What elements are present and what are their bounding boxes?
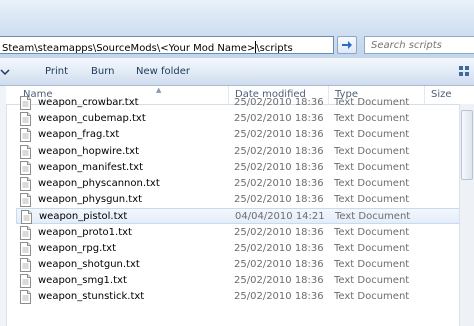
file-name: weapon_pistol.txt — [39, 211, 128, 223]
text-document-icon — [20, 177, 31, 191]
print-button[interactable]: Print — [45, 66, 68, 77]
file-row[interactable]: weapon_cubemap.txt 25/02/2010 18:36 Text D… — [16, 111, 468, 127]
text-document-icon — [20, 290, 31, 305]
search-input[interactable] — [365, 37, 474, 53]
file-date-modified: 25/02/2010 18:36 — [234, 145, 324, 157]
search-box[interactable] — [364, 36, 474, 54]
file-row[interactable]: weapon_frag.txt 25/02/2010 18:36 Text Docu… — [16, 127, 468, 143]
arrow-right-icon — [342, 41, 352, 49]
address-bar-row: Steam\steamapps\SourceMods\<Your Mod Nam… — [0, 0, 474, 58]
file-date-modified: 25/02/2010 18:36 — [234, 129, 324, 141]
text-document-icon — [20, 258, 31, 272]
file-date-modified: 25/02/2010 18:36 — [234, 275, 324, 287]
text-document-icon — [20, 225, 31, 240]
text-caret — [255, 41, 257, 53]
file-date-modified: 25/02/2010 18:36 — [234, 259, 324, 270]
text-document-icon — [20, 128, 31, 143]
go-button[interactable] — [337, 36, 357, 54]
file-name: weapon_smg1.txt — [38, 275, 127, 287]
file-row[interactable]: weapon_crowbar.txt 25/02/2010 18:36 Text D… — [16, 95, 468, 111]
file-type: Text Document — [334, 113, 410, 125]
file-type: Text Document — [334, 178, 410, 189]
file-row[interactable]: weapon_proto1.txt 25/02/2010 18:36 Text Do… — [16, 225, 468, 241]
file-date-modified: 25/02/2010 18:36 — [234, 226, 324, 238]
file-name: weapon_rpg.txt — [38, 242, 117, 254]
file-row[interactable]: weapon_rpg.txt 25/02/2010 18:36 Text Docum… — [16, 241, 468, 257]
file-type: Text Document — [334, 275, 410, 287]
vertical-scrollbar[interactable] — [459, 104, 474, 326]
text-document-icon — [20, 193, 31, 208]
address-path-after-caret: \scripts — [256, 43, 293, 54]
file-name: weapon_physcannon.txt — [38, 178, 160, 189]
file-row[interactable]: weapon_hopwire.txt 25/02/2010 18:36 Text D… — [16, 144, 468, 160]
text-document-icon — [21, 210, 32, 225]
file-name: weapon_cubemap.txt — [38, 113, 146, 125]
file-date-modified: 25/02/2010 18:36 — [234, 161, 324, 173]
file-name: weapon_proto1.txt — [38, 226, 132, 238]
file-row[interactable]: weapon_physcannon.txt 25/02/2010 18:36 Tex… — [16, 176, 468, 192]
file-type: Text Document — [334, 97, 410, 108]
file-date-modified: 25/02/2010 18:36 — [234, 194, 324, 206]
file-type: Text Document — [334, 129, 410, 141]
view-options-icon[interactable] — [458, 65, 470, 77]
file-row[interactable]: weapon_shotgun.txt 25/02/2010 18:36 Text D… — [16, 257, 468, 273]
file-row[interactable]: weapon_manifest.txt 25/02/2010 18:36 Text … — [16, 160, 468, 176]
file-name: weapon_manifest.txt — [38, 161, 143, 173]
text-document-icon — [20, 144, 31, 159]
file-date-modified: 25/02/2010 18:36 — [234, 113, 324, 125]
text-document-icon — [20, 112, 31, 127]
file-type: Text Document — [334, 226, 410, 238]
text-document-icon — [20, 160, 31, 175]
file-type: Text Document — [334, 291, 410, 303]
file-type: Text Document — [335, 211, 411, 223]
file-name: weapon_frag.txt — [38, 129, 120, 141]
file-type: Text Document — [334, 145, 410, 157]
sort-ascending-icon: ▲ — [156, 86, 162, 94]
new-folder-button[interactable]: New folder — [136, 66, 190, 77]
file-type: Text Document — [334, 161, 410, 173]
file-name: weapon_physgun.txt — [38, 194, 143, 206]
address-path-before-caret: Steam\steamapps\SourceMods\<Your Mod Nam… — [2, 43, 256, 54]
file-row[interactable]: weapon_smg1.txt 25/02/2010 18:36 Text Docu… — [16, 273, 468, 289]
file-date-modified: 25/02/2010 18:36 — [234, 242, 324, 254]
address-bar[interactable]: Steam\steamapps\SourceMods\<Your Mod Nam… — [0, 36, 334, 54]
text-document-icon — [20, 241, 31, 256]
file-name: weapon_shotgun.txt — [38, 259, 140, 270]
file-row[interactable]: weapon_physgun.txt 25/02/2010 18:36 Text D… — [16, 192, 468, 208]
file-name: weapon_hopwire.txt — [38, 145, 140, 157]
file-name: weapon_crowbar.txt — [38, 97, 139, 108]
file-date-modified: 04/04/2010 14:21 — [235, 211, 325, 223]
scrollbar-thumb[interactable] — [461, 110, 473, 180]
file-date-modified: 25/02/2010 18:36 — [234, 97, 324, 108]
file-type: Text Document — [334, 242, 410, 254]
navigation-pane-edge — [0, 86, 7, 326]
text-document-icon — [20, 274, 31, 289]
text-document-icon — [20, 96, 31, 110]
burn-button[interactable]: Burn — [91, 66, 114, 77]
file-row[interactable]: weapon_stunstick.txt 25/02/2010 18:36 Text… — [16, 289, 468, 305]
file-date-modified: 25/02/2010 18:36 — [234, 178, 324, 189]
file-list[interactable]: Name ▲ Date modified Type Size weapon_cr… — [0, 86, 474, 326]
file-type: Text Document — [334, 194, 410, 206]
address-path: Steam\steamapps\SourceMods\<Your Mod Nam… — [2, 39, 293, 54]
command-bar: Print Burn New folder — [0, 58, 474, 86]
chevron-down-icon[interactable] — [0, 67, 10, 77]
file-row[interactable]: weapon_pistol.txt 04/04/2010 14:21 Text Do… — [16, 208, 468, 225]
file-name: weapon_stunstick.txt — [38, 291, 145, 303]
file-date-modified: 25/02/2010 18:36 — [234, 291, 324, 303]
file-type: Text Document — [334, 259, 410, 270]
explorer-window: Steam\steamapps\SourceMods\<Your Mod Nam… — [0, 0, 474, 326]
